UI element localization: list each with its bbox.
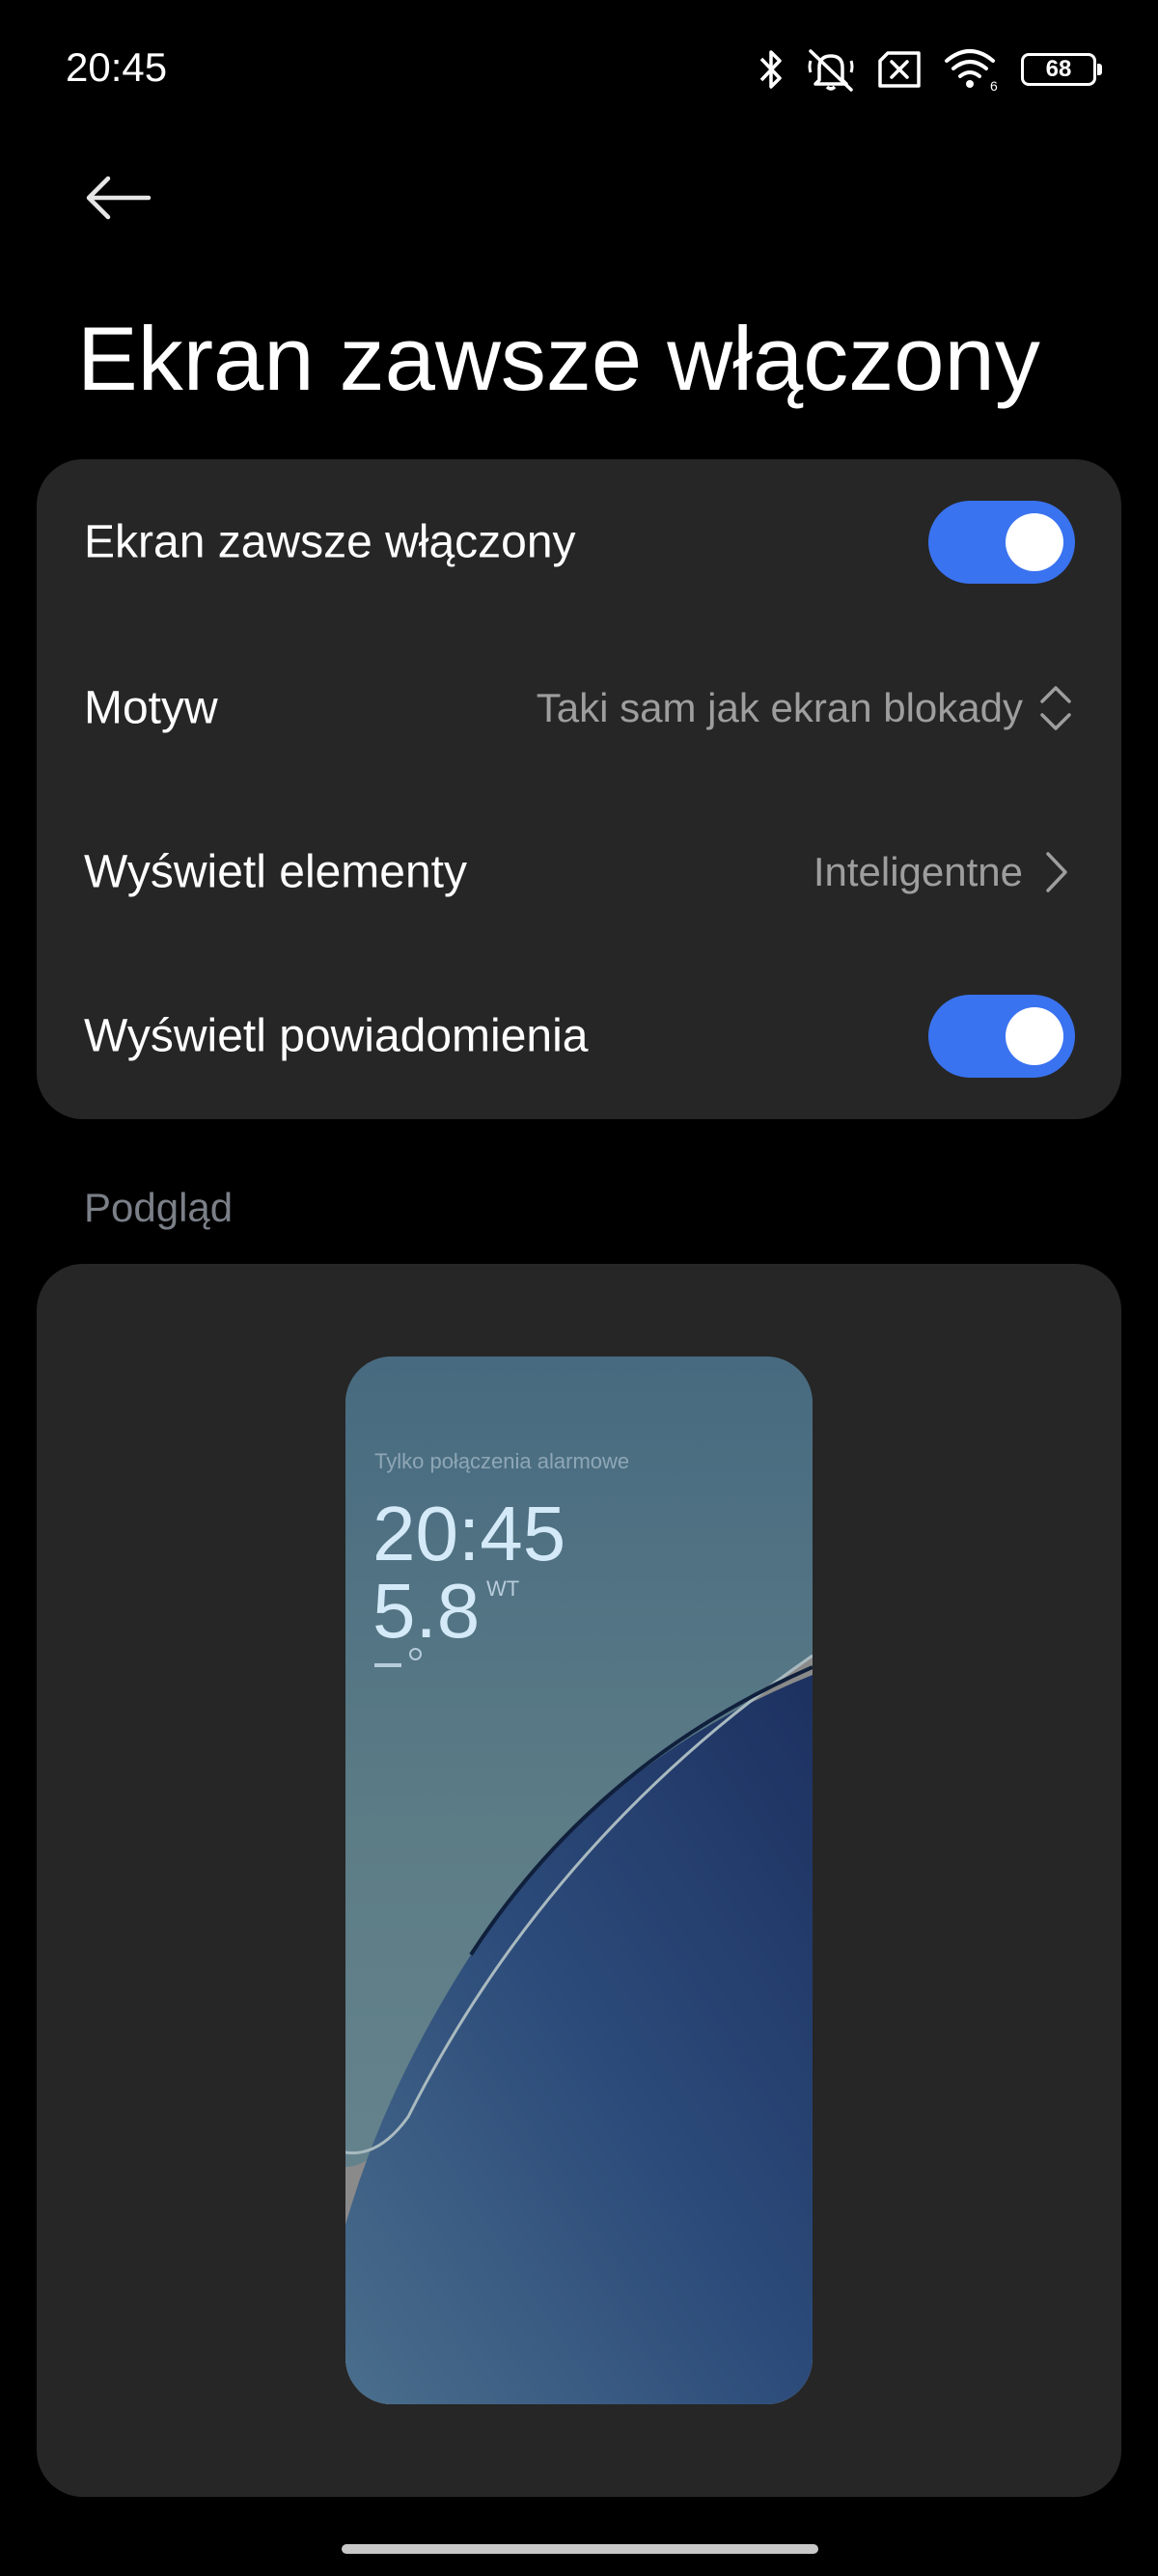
toggle-knob (1006, 513, 1063, 571)
theme-label: Motyw (84, 682, 218, 734)
setting-row-display-elements[interactable]: Wyświetl elementy Inteligentne (37, 789, 1121, 955)
aod-date: 5.8 (372, 1568, 481, 1654)
page-title: Ekran zawsze włączony (77, 308, 1040, 409)
display-elements-value: Inteligentne (813, 849, 1023, 894)
aod-status-text: Tylko połączenia alarmowe (374, 1449, 630, 1473)
setting-row-notifications[interactable]: Wyświetl powiadomienia (37, 953, 1121, 1119)
toggle-knob (1006, 1007, 1063, 1065)
svg-text:6: 6 (990, 78, 998, 92)
ringer-off-icon (808, 49, 854, 92)
settings-card: Ekran zawsze włączony Motyw Taki sam jak… (37, 459, 1121, 1119)
theme-value: Taki sam jak ekran blokady (536, 685, 1023, 730)
aod-temperature-dash (374, 1663, 401, 1667)
aod-toggle[interactable] (928, 501, 1075, 584)
chevron-right-icon (1036, 843, 1075, 901)
battery-level: 68 (1045, 56, 1072, 82)
phone-preview: Tylko połączenia alarmowe 20:45 5.8 WT (345, 1357, 813, 2404)
back-arrow-icon (86, 176, 152, 220)
wifi-icon: 6 (945, 49, 998, 92)
notifications-toggle-label: Wyświetl powiadomienia (84, 1010, 589, 1062)
home-indicator[interactable] (342, 2544, 818, 2554)
setting-row-theme[interactable]: Motyw Taki sam jak ekran blokady (37, 625, 1121, 791)
aod-toggle-label: Ekran zawsze włączony (84, 516, 576, 568)
bluetooth-icon (759, 50, 782, 89)
updown-chevron-icon (1036, 679, 1075, 737)
preview-section-label: Podgląd (84, 1185, 234, 1230)
no-sim-icon (878, 51, 921, 88)
aod-weekday: WT (486, 1576, 520, 1601)
aod-degree-icon (409, 1648, 422, 1660)
setting-row-aod[interactable]: Ekran zawsze włączony (37, 459, 1121, 625)
status-bar: 20:45 6 68 (0, 0, 1158, 145)
battery-icon: 68 (1021, 53, 1102, 86)
status-icons: 6 68 (757, 42, 1102, 96)
display-elements-label: Wyświetl elementy (84, 846, 468, 898)
preview-card: Tylko połączenia alarmowe 20:45 5.8 WT (37, 1264, 1121, 2497)
notifications-toggle[interactable] (928, 995, 1075, 1078)
aod-clock: 20:45 (372, 1491, 566, 1576)
back-button[interactable] (77, 162, 158, 233)
status-time: 20:45 (66, 44, 168, 90)
